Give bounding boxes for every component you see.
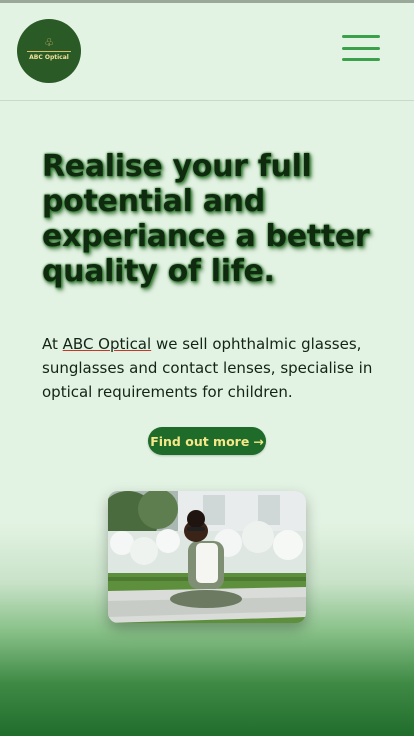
logo-divider bbox=[27, 50, 71, 52]
glasses-logo-icon: ♧ bbox=[44, 36, 54, 49]
abc-optical-link[interactable]: ABC Optical bbox=[63, 335, 152, 353]
child-sitting-photo bbox=[108, 491, 306, 623]
find-out-more-button[interactable]: Find out more → bbox=[148, 427, 266, 455]
site-header: ♧ ABC Optical bbox=[0, 3, 414, 101]
menu-bar bbox=[342, 58, 380, 61]
cta-label: Find out more bbox=[150, 433, 250, 449]
logo-text: ABC Optical bbox=[29, 53, 69, 61]
hero-title: Realise your full potential and experian… bbox=[42, 149, 370, 289]
menu-bar bbox=[342, 46, 380, 50]
logo[interactable]: ♧ ABC Optical bbox=[17, 19, 81, 83]
arrow-right-icon: → bbox=[253, 433, 264, 449]
hamburger-menu-icon[interactable] bbox=[342, 35, 380, 61]
hero-intro: At ABC Optical we sell ophthalmic glasse… bbox=[42, 332, 382, 404]
hero-photo bbox=[108, 491, 306, 623]
page: ♧ ABC Optical Realise your full potentia… bbox=[0, 0, 414, 736]
intro-prefix: At bbox=[42, 335, 63, 353]
menu-bar bbox=[342, 35, 380, 38]
